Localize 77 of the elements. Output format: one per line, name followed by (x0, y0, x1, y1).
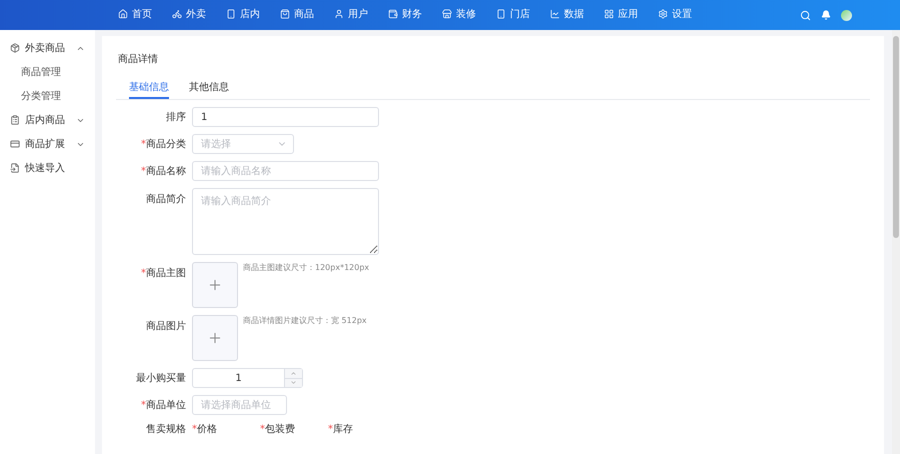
field-label: 商品图片 (146, 321, 186, 332)
sidebar-label: 店内商品 (25, 114, 66, 127)
grid-icon (604, 9, 614, 19)
field-label: 商品简介 (146, 194, 186, 205)
nav-item[interactable]: 装修 (440, 4, 478, 26)
required-mark: * (192, 424, 197, 435)
required-mark: * (141, 400, 146, 411)
nav-item[interactable]: 设置 (656, 4, 694, 26)
input-field[interactable]: 请输入商品名称 (192, 161, 379, 181)
increment-button[interactable] (285, 369, 302, 378)
field-label: 售卖规格 (146, 424, 186, 435)
plus-icon (207, 277, 223, 293)
required-mark: * (260, 424, 265, 435)
sidebar-item[interactable]: 商品扩展 (0, 132, 95, 156)
store-icon (442, 9, 452, 19)
nav-item[interactable]: 用户 (332, 4, 370, 26)
required-mark: * (328, 424, 333, 435)
sidebar-item[interactable]: 外卖商品 (0, 36, 95, 60)
size-hint: 商品主图建议尺寸：120px*120px (243, 262, 370, 273)
scrollbar[interactable] (892, 30, 900, 454)
sidebar-item[interactable]: 店内商品 (0, 108, 95, 132)
nav-item[interactable]: 财务 (386, 4, 424, 26)
number-field[interactable]: 1 (192, 368, 303, 388)
down-icon (290, 379, 297, 386)
file-icon (10, 163, 20, 173)
box-icon (10, 43, 20, 53)
phone-icon (226, 9, 236, 19)
required-mark: * (141, 268, 146, 279)
field-label: 商品名称 (146, 166, 186, 177)
nav-item[interactable]: 外卖 (170, 4, 208, 26)
phone-icon (496, 9, 506, 19)
bike-icon (172, 9, 182, 19)
gear-icon (658, 9, 668, 19)
card-icon (10, 139, 20, 149)
sidebar-subitem[interactable]: 商品管理 (0, 60, 95, 84)
bell-icon[interactable] (821, 10, 831, 20)
nav-item[interactable]: 商品 (278, 4, 316, 26)
up-icon (290, 370, 297, 377)
sidebar-subitem[interactable]: 分类管理 (0, 84, 95, 108)
nav-item[interactable]: 店内 (224, 4, 262, 26)
sidebar-label: 商品扩展 (25, 138, 66, 151)
column-header: 包装费 (265, 424, 295, 435)
field-label: 商品单位 (146, 400, 186, 411)
nav-item[interactable]: 应用 (602, 4, 640, 26)
field-label: 最小购买量 (136, 373, 186, 384)
column-header: 库存 (333, 424, 353, 435)
wallet-icon (388, 9, 398, 19)
home-icon (118, 9, 128, 19)
sidebar-label: 快速导入 (25, 162, 66, 175)
upload-button[interactable] (192, 262, 238, 308)
tab[interactable]: 基础信息 (129, 76, 169, 99)
sidebar-item[interactable]: 快速导入 (0, 156, 95, 180)
nav-item[interactable]: 门店 (494, 4, 532, 26)
search-icon[interactable] (800, 10, 811, 20)
input-field[interactable]: 请选择商品单位 (192, 395, 287, 415)
bag-icon (280, 9, 290, 19)
page-title: 商品详情 (118, 52, 159, 66)
avatar[interactable] (841, 10, 852, 20)
user-icon (334, 9, 344, 19)
textarea-field[interactable]: 请输入商品简介 (192, 188, 379, 255)
field-label: 排序 (166, 112, 186, 123)
scrollbar-thumb[interactable] (893, 36, 899, 238)
plus-icon (207, 330, 223, 346)
column-header: 价格 (197, 424, 217, 435)
field-label: 商品主图 (146, 268, 186, 279)
clipboard-icon (10, 115, 20, 125)
sidebar-label: 外卖商品 (25, 42, 66, 55)
nav-item[interactable]: 首页 (116, 4, 154, 26)
input-field[interactable]: 1 (192, 107, 379, 127)
chart-icon (550, 9, 560, 19)
tab[interactable]: 其他信息 (189, 76, 229, 99)
upload-button[interactable] (192, 315, 238, 361)
required-mark: * (141, 139, 146, 150)
field-label: 商品分类 (146, 139, 186, 150)
nav-item[interactable]: 数据 (548, 4, 586, 26)
size-hint: 商品详情图片建议尺寸：宽 512px (243, 315, 367, 326)
required-mark: * (141, 166, 146, 177)
